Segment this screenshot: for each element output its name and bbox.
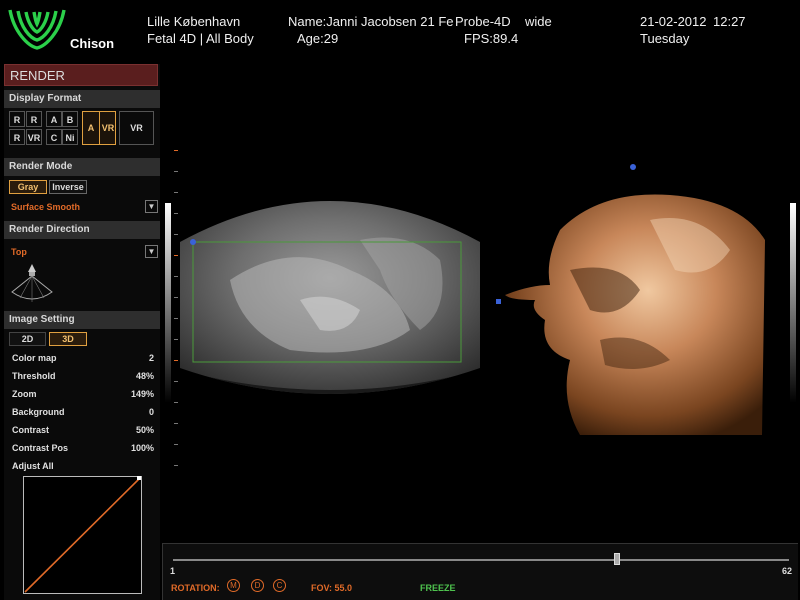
setting-threshold[interactable]: Threshold 48% [12, 371, 154, 381]
setting-background[interactable]: Background 0 [12, 407, 154, 417]
format-b[interactable]: B [62, 111, 78, 127]
setting-value: 2 [148, 353, 154, 363]
ruler-tick [174, 402, 178, 403]
surface-mode-dropdown[interactable]: ▼ [145, 200, 158, 213]
setting-contrast[interactable]: Contrast 50% [12, 425, 154, 435]
setting-value: 48% [135, 371, 154, 381]
header-bar: Chison Lille København Fetal 4D | All Bo… [0, 0, 800, 58]
fov-readout: FOV: 55.0 [311, 583, 353, 593]
brand-name: Chison [70, 36, 115, 51]
cine-slider-track[interactable] [173, 559, 789, 561]
rotation-marker [496, 299, 501, 304]
format-r1[interactable]: R [9, 111, 25, 127]
3d-button[interactable]: 3D [49, 332, 87, 346]
roi-corner-marker [190, 239, 196, 245]
freeze-status: FREEZE [420, 583, 456, 593]
patient-name: Name:Janni Jacobsen 21 Fe [288, 14, 454, 29]
gray-button[interactable]: Gray [9, 180, 47, 194]
gray-scale-bar-right [790, 203, 796, 403]
ruler-tick [174, 171, 178, 172]
ruler-tick [174, 297, 178, 298]
chison-logo [8, 9, 66, 50]
ruler-tick [174, 234, 178, 235]
format-a[interactable]: A [46, 111, 62, 127]
inverse-button[interactable]: Inverse [49, 180, 87, 194]
ruler-tick [174, 192, 178, 193]
setting-label: Contrast [12, 425, 50, 435]
probe-name: Probe-4D [455, 14, 511, 29]
image-setting-header: Image Setting [4, 311, 160, 329]
setting-label: Threshold [12, 371, 56, 381]
setting-zoom[interactable]: Zoom 149% [12, 389, 154, 399]
setting-value: 149% [130, 389, 154, 399]
ruler-tick [174, 423, 178, 424]
ruler-tick [174, 360, 178, 361]
2d-button[interactable]: 2D [9, 332, 46, 346]
format-r3[interactable]: R [9, 129, 25, 145]
setting-value: 100% [130, 443, 154, 453]
setting-label: Color map [12, 353, 57, 363]
render-mode-header: Render Mode [4, 158, 160, 176]
probe-direction-icon [11, 264, 53, 302]
format-r2[interactable]: R [26, 111, 42, 127]
format-sel-a: A [87, 123, 95, 133]
format-ni[interactable]: Ni [62, 129, 78, 145]
render-3d-image [496, 164, 765, 435]
render-direction-value: Top [11, 247, 27, 257]
setting-label: Zoom [12, 389, 37, 399]
ruler-tick [174, 255, 178, 256]
slider-min: 1 [170, 566, 176, 576]
format-a-vr-selected[interactable]: A VR [82, 111, 116, 145]
ultrasound-2d-image [180, 201, 480, 394]
cine-slider-thumb[interactable] [613, 553, 620, 565]
setting-value: 50% [135, 425, 154, 435]
fps-readout: FPS:89.4 [464, 31, 519, 46]
curve-handle [137, 476, 141, 480]
ruler-tick [174, 276, 178, 277]
rotation-label: ROTATION: [171, 583, 220, 593]
render-panel-title: RENDER [4, 64, 158, 86]
rotation-c-icon[interactable]: C [273, 579, 286, 592]
setting-contrast-pos[interactable]: Contrast Pos 100% [12, 443, 154, 453]
ruler-tick [174, 150, 178, 151]
time: 12:27 [713, 14, 746, 29]
curve-editor[interactable] [23, 476, 142, 594]
exam-preset: Fetal 4D | All Body [147, 31, 254, 46]
rotation-d-icon[interactable]: D [251, 579, 264, 592]
ruler-tick [174, 318, 178, 319]
ruler-tick [174, 213, 178, 214]
probe-mode: wide [525, 14, 552, 29]
slider-max: 62 [782, 566, 793, 576]
format-c[interactable]: C [46, 129, 62, 145]
ruler-tick [174, 339, 178, 340]
hospital-name: Lille København [147, 14, 241, 29]
render-direction-header: Render Direction [4, 221, 160, 239]
setting-label: Contrast Pos [12, 443, 69, 453]
patient-age: Age:29 [297, 31, 339, 46]
setting-color-map[interactable]: Color map 2 [12, 353, 154, 363]
setting-value: 0 [148, 407, 154, 417]
ruler-tick [174, 465, 178, 466]
format-vr-small[interactable]: VR [26, 129, 42, 145]
date: 21-02-2012 [640, 14, 707, 29]
format-sel-vr: VR [99, 112, 116, 144]
render-direction-dropdown[interactable]: ▼ [145, 245, 158, 258]
setting-label: Background [12, 407, 65, 417]
format-vr[interactable]: VR [119, 111, 154, 145]
ruler-tick [174, 444, 178, 445]
view-point-marker [630, 164, 636, 170]
surface-mode-value: Surface Smooth [11, 202, 81, 212]
cine-bar: 1 62 ROTATION: M D C FOV: 55.0 FREEZE [162, 543, 798, 600]
display-format-header: Display Format [4, 90, 160, 108]
rotation-m-icon[interactable]: M [227, 579, 240, 592]
adjust-all-label: Adjust All [12, 461, 54, 471]
ruler-tick [174, 381, 178, 382]
weekday: Tuesday [640, 31, 690, 46]
